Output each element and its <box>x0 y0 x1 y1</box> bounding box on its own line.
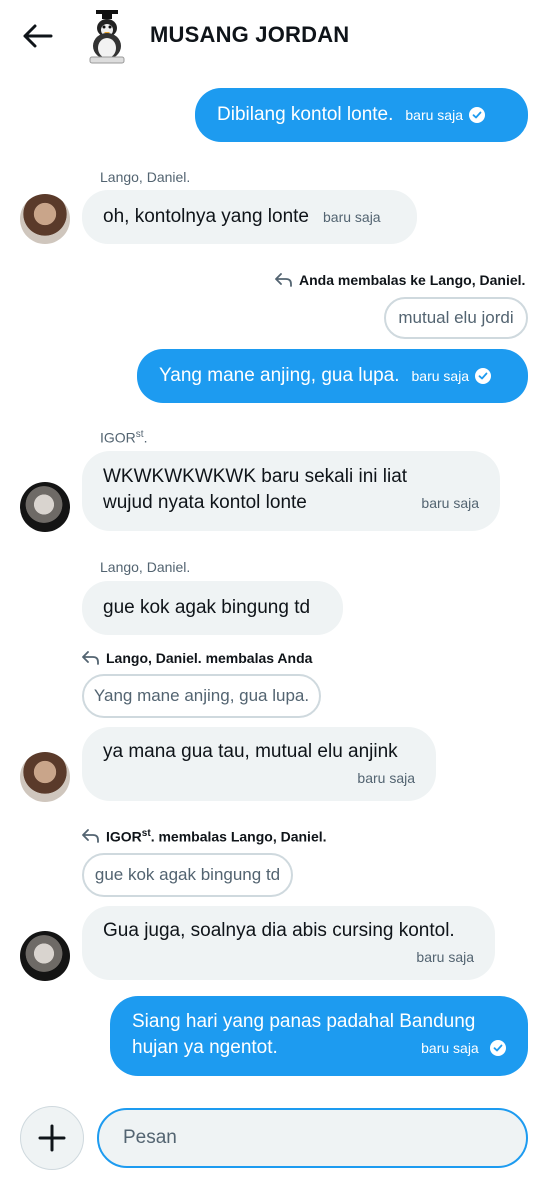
incoming-message[interactable]: WKWKWKWKWK baru sekali ini liat wujud ny… <box>82 451 500 531</box>
avatar[interactable] <box>20 482 70 532</box>
incoming-message[interactable]: ya mana gua tau, mutual elu anjink baru … <box>82 727 436 801</box>
quoted-message[interactable]: mutual elu jordi <box>384 297 528 339</box>
message-text-line: wujud nyata kontol lonte <box>103 492 307 513</box>
message-text: Dibilang kontol lonte. <box>217 104 394 125</box>
message-time: baru saja <box>421 495 479 511</box>
reply-info-sup: st <box>141 828 151 839</box>
message-text: oh, kontolnya yang lonte <box>103 206 309 227</box>
reply-arrow-icon <box>82 651 99 665</box>
reply-info-text: Lango, Daniel. membalas Anda <box>106 650 313 666</box>
incoming-message[interactable]: gue kok agak bingung td <box>82 581 343 635</box>
reply-info-text: IGORst. membalas Lango, Daniel. <box>106 828 327 845</box>
message-input[interactable] <box>99 1110 526 1166</box>
quoted-message[interactable]: gue kok agak bingung td <box>82 853 293 897</box>
bottom-edge <box>0 1192 553 1200</box>
message-time: baru saja <box>411 368 470 384</box>
reply-info: Anda membalas ke Lango, Daniel. <box>275 272 525 288</box>
sender-name: Lango, Daniel. <box>100 169 191 185</box>
message-text: Yang mane anjing, gua lupa. <box>159 365 400 386</box>
message-time: baru saja <box>357 770 415 786</box>
penguin-avatar <box>89 10 125 64</box>
message-time: baru saja <box>421 1040 479 1056</box>
message-text-line: WKWKWKWKWK baru sekali ini liat <box>103 466 408 487</box>
message-time: baru saja <box>323 209 381 225</box>
read-check-icon <box>468 107 485 123</box>
quoted-message[interactable]: Yang mane anjing, gua lupa. <box>82 674 321 718</box>
message-input-wrapper[interactable] <box>97 1108 528 1168</box>
reply-arrow-icon <box>82 829 99 844</box>
incoming-message[interactable]: oh, kontolnya yang lonte baru saja <box>82 190 417 244</box>
message-text: Gua juga, soalnya dia abis cursing konto… <box>103 920 455 941</box>
read-check-icon <box>475 368 492 384</box>
plus-icon <box>38 1124 66 1152</box>
chat-title[interactable]: MUSANG JORDAN <box>150 22 349 48</box>
reply-info-rest: . membalas Lango, Daniel. <box>150 828 327 845</box>
avatar[interactable] <box>20 931 70 981</box>
add-media-button[interactable] <box>20 1106 84 1170</box>
outgoing-message[interactable]: Dibilang kontol lonte. baru saja <box>195 88 528 142</box>
reply-info-name: IGOR <box>106 828 142 845</box>
outgoing-message[interactable]: Siang hari yang panas padahal Bandung hu… <box>110 996 528 1076</box>
reply-arrow-icon <box>275 273 292 287</box>
message-time: baru saja <box>405 107 463 123</box>
chat-header: MUSANG JORDAN <box>0 0 553 76</box>
avatar[interactable] <box>20 194 70 244</box>
read-check-icon <box>490 1040 506 1056</box>
reply-info: IGORst. membalas Lango, Daniel. <box>82 828 327 845</box>
message-text-line: hujan ya ngentot. <box>132 1037 278 1058</box>
incoming-message[interactable]: Gua juga, soalnya dia abis cursing konto… <box>82 906 495 980</box>
message-text-line: Siang hari yang panas padahal Bandung <box>132 1011 476 1032</box>
back-button[interactable] <box>20 18 56 54</box>
sender-name-text: IGOR <box>100 429 136 446</box>
sender-name: IGORst. <box>100 429 147 446</box>
outgoing-message[interactable]: Yang mane anjing, gua lupa. baru saja <box>137 349 528 403</box>
group-avatar[interactable] <box>82 8 132 64</box>
sender-name: Lango, Daniel. <box>100 559 191 575</box>
reply-info: Lango, Daniel. membalas Anda <box>82 650 312 666</box>
reply-info-text: Anda membalas ke Lango, Daniel. <box>299 272 526 288</box>
message-text: gue kok agak bingung td <box>103 597 311 618</box>
sender-name-suffix: . <box>143 429 148 446</box>
avatar[interactable] <box>20 752 70 802</box>
message-time: baru saja <box>416 949 474 965</box>
arrow-left-icon <box>23 24 53 48</box>
message-text: ya mana gua tau, mutual elu anjink <box>103 741 398 762</box>
sender-name-sup: st <box>135 429 144 440</box>
